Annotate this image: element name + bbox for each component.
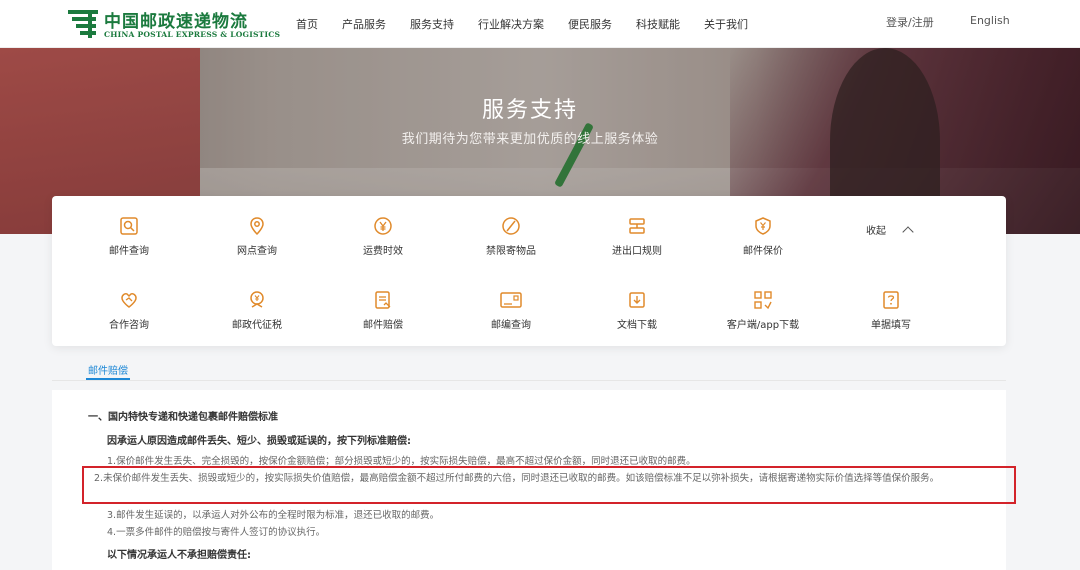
handshake-icon [121, 293, 137, 308]
service-label: 文档下载 [617, 320, 657, 331]
service-label: 客户端/app下载 [726, 320, 800, 331]
nav-service-support[interactable]: 服务支持 [410, 16, 454, 32]
sub-heading-exemptions: 以下情况承运人不承担赔偿责任: [107, 550, 251, 561]
nav-industry-solutions[interactable]: 行业解决方案 [478, 16, 544, 32]
nav-convenience-services[interactable]: 便民服务 [568, 16, 612, 32]
sub-heading: 因承运人原因造成邮件丢失、短少、损毁或延误的，按下列标准赔偿: [107, 436, 411, 447]
hero-subtitle: 我们期待为您带来更加优质的线上服务体验 [401, 132, 659, 147]
service-freight-time[interactable]: 运费时效 [328, 216, 438, 266]
service-postcode-query[interactable]: 邮编查询 [456, 290, 566, 340]
service-app-download[interactable]: 客户端/app下载 [708, 290, 818, 340]
service-label: 邮件保价 [743, 246, 783, 257]
nav-home[interactable]: 首页 [296, 16, 318, 32]
nav-products[interactable]: 产品服务 [342, 16, 386, 32]
tab-mail-compensation[interactable]: 邮件赔偿 [88, 362, 128, 377]
service-label: 合作咨询 [109, 320, 149, 331]
service-label: 运费时效 [363, 246, 403, 257]
service-mail-compensation[interactable]: 邮件赔偿 [328, 290, 438, 340]
tab-divider [52, 380, 1006, 381]
nav-about-us[interactable]: 关于我们 [704, 16, 748, 32]
service-label: 邮编查询 [491, 320, 531, 331]
tax-icon [250, 291, 264, 308]
service-label: 进出口规则 [612, 246, 662, 257]
service-label: 单据填写 [871, 320, 911, 331]
clause-1: 1.保价邮件发生丢失、完全损毁的，按保价金额赔偿；部分损毁或短少的，按实际损失赔… [107, 456, 696, 467]
service-prohibited-items[interactable]: 禁限寄物品 [456, 216, 566, 266]
china-post-logo-icon [68, 10, 98, 38]
tab-active-underline [86, 378, 130, 380]
service-import-export-rules[interactable]: 进出口规则 [582, 216, 692, 266]
nav-technology[interactable]: 科技赋能 [636, 16, 680, 32]
main-nav: 首页 产品服务 服务支持 行业解决方案 便民服务 科技赋能 关于我们 [296, 0, 772, 48]
service-mail-query[interactable]: 邮件查询 [74, 216, 184, 266]
hero-title: 服务支持 [481, 98, 578, 123]
service-label: 邮件查询 [109, 246, 149, 257]
service-postal-tax[interactable]: 邮政代征税 [202, 290, 312, 340]
postcode-icon [500, 292, 522, 308]
service-outlet-query[interactable]: 网点查询 [202, 216, 312, 266]
chevron-up-icon [902, 226, 914, 238]
service-document-download[interactable]: 文档下载 [582, 290, 692, 340]
location-pin-icon [250, 217, 264, 236]
service-mail-insurance[interactable]: 邮件保价 [708, 216, 818, 266]
language-switch-link[interactable]: English [970, 14, 1010, 27]
china-post-logo[interactable]: 中国邮政速递物流 CHINA POSTAL EXPRESS & LOGISTIC… [66, 6, 280, 42]
shield-yen-icon [755, 217, 771, 235]
download-icon [629, 292, 645, 308]
service-label: 禁限寄物品 [486, 246, 536, 257]
logo-chinese-text: 中国邮政速递物流 [104, 12, 248, 32]
rules-icon [629, 218, 645, 234]
mail-search-icon [120, 217, 138, 235]
section-title: 一、国内特快专递和快递包裹邮件赔偿标准 [88, 412, 278, 423]
collapse-toggle[interactable]: 收起 [866, 222, 914, 238]
logo-english-text: CHINA POSTAL EXPRESS & LOGISTICS [104, 30, 281, 39]
service-label: 邮政代征税 [232, 320, 282, 331]
login-register-link[interactable]: 登录/注册 [886, 14, 934, 30]
service-form-filling[interactable]: 单据填写 [836, 290, 946, 340]
top-header: 中国邮政速递物流 CHINA POSTAL EXPRESS & LOGISTIC… [0, 0, 1080, 48]
yen-circle-icon [374, 217, 392, 235]
clause-4: 4.一票多件邮件的赔偿按与寄件人签订的协议执行。 [107, 527, 326, 538]
service-label: 邮件赔偿 [363, 320, 403, 331]
service-label: 网点查询 [237, 246, 277, 257]
service-card: 邮件查询 网点查询 运费时效 禁限寄物品 进出口规则 邮件保价 收起 合作咨询 … [52, 196, 1006, 346]
highlight-box [82, 466, 1016, 504]
service-cooperation[interactable]: 合作咨询 [74, 290, 184, 340]
clause-3: 3.邮件发生延误的，以承运人对外公布的全程时限为标准，退还已收取的邮费。 [107, 510, 440, 521]
app-grid-icon [754, 291, 772, 310]
prohibited-icon [502, 217, 520, 235]
form-question-icon [883, 291, 899, 309]
collapse-label: 收起 [866, 226, 886, 237]
claim-document-icon [375, 291, 391, 309]
